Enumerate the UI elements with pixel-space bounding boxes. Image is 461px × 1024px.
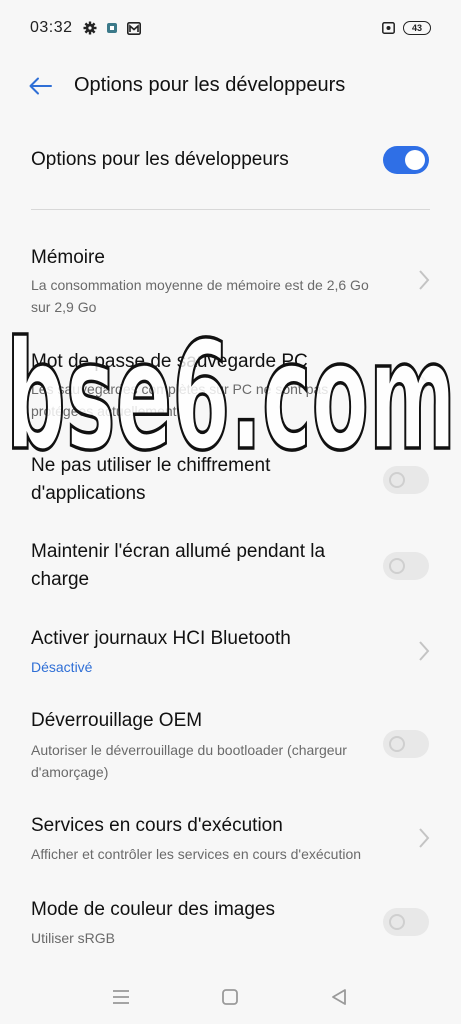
setting-subtitle: Afficher et contrôler les services en co… bbox=[31, 846, 362, 862]
setting-title: Services en cours d'exécution bbox=[31, 815, 283, 836]
toggle-knob bbox=[405, 150, 425, 170]
home-button[interactable] bbox=[219, 986, 241, 1008]
setting-toggle[interactable] bbox=[383, 730, 429, 758]
watermark: bse6.com bbox=[4, 308, 458, 480]
nav-back-button[interactable] bbox=[328, 986, 350, 1008]
gear-icon bbox=[83, 21, 97, 35]
status-time: 03:32 bbox=[30, 19, 73, 36]
status-system-icons: 43 bbox=[381, 21, 431, 35]
setting-toggle[interactable] bbox=[383, 908, 429, 936]
setting-subtitle: Utiliser sRGB bbox=[31, 930, 116, 946]
screenshot-icon bbox=[381, 21, 395, 35]
setting-picture-color-mode[interactable]: Mode de couleur des images Utiliser sRGB bbox=[0, 896, 461, 952]
section-divider bbox=[31, 209, 430, 210]
setting-title: Déverrouillage OEM bbox=[31, 710, 203, 731]
setting-title: Maintenir l'écran allumé pendant la char… bbox=[31, 541, 326, 590]
home-icon bbox=[222, 989, 238, 1005]
back-arrow-icon bbox=[29, 77, 52, 95]
toggle-knob bbox=[389, 736, 405, 752]
developer-options-master-row[interactable]: Options pour les développeurs bbox=[0, 136, 461, 186]
mail-icon bbox=[126, 21, 141, 35]
toggle-knob bbox=[389, 558, 405, 574]
system-nav-bar bbox=[0, 976, 461, 1016]
setting-title: Mémoire bbox=[31, 247, 105, 268]
setting-bluetooth-hci-log[interactable]: Activer journaux HCI Bluetooth Désactivé bbox=[0, 625, 461, 681]
setting-title: Activer journaux HCI Bluetooth bbox=[31, 628, 291, 649]
chevron-right-icon bbox=[419, 828, 430, 848]
setting-status: Désactivé bbox=[31, 659, 93, 675]
chevron-right-icon bbox=[419, 641, 430, 661]
toggle-knob bbox=[389, 914, 405, 930]
setting-title: Mode de couleur des images bbox=[31, 899, 275, 920]
chevron-right-icon bbox=[419, 270, 430, 290]
recent-apps-button[interactable] bbox=[110, 986, 132, 1008]
status-notification-icons bbox=[83, 21, 141, 35]
setting-toggle[interactable] bbox=[383, 552, 429, 580]
watermark-text: bse6.com bbox=[6, 310, 456, 480]
setting-running-services[interactable]: Services en cours d'exécution Afficher e… bbox=[0, 812, 461, 868]
status-bar: 03:32 43 bbox=[0, 0, 461, 56]
menu-icon bbox=[113, 990, 129, 1004]
back-button[interactable] bbox=[26, 72, 54, 100]
developer-options-master-toggle[interactable] bbox=[383, 146, 429, 174]
back-triangle-icon bbox=[332, 989, 346, 1005]
setting-subtitle: Autoriser le déverrouillage du bootloade… bbox=[31, 742, 347, 780]
setting-stay-awake[interactable]: Maintenir l'écran allumé pendant la char… bbox=[0, 538, 461, 598]
battery-icon: 43 bbox=[403, 21, 431, 35]
app-bar: Options pour les développeurs bbox=[0, 62, 461, 110]
app-notification-icon bbox=[105, 21, 119, 35]
setting-oem-unlock[interactable]: Déverrouillage OEM Autoriser le déverrou… bbox=[0, 707, 461, 783]
developer-options-master-label: Options pour les développeurs bbox=[31, 149, 289, 170]
page-title: Options pour les développeurs bbox=[74, 74, 346, 96]
